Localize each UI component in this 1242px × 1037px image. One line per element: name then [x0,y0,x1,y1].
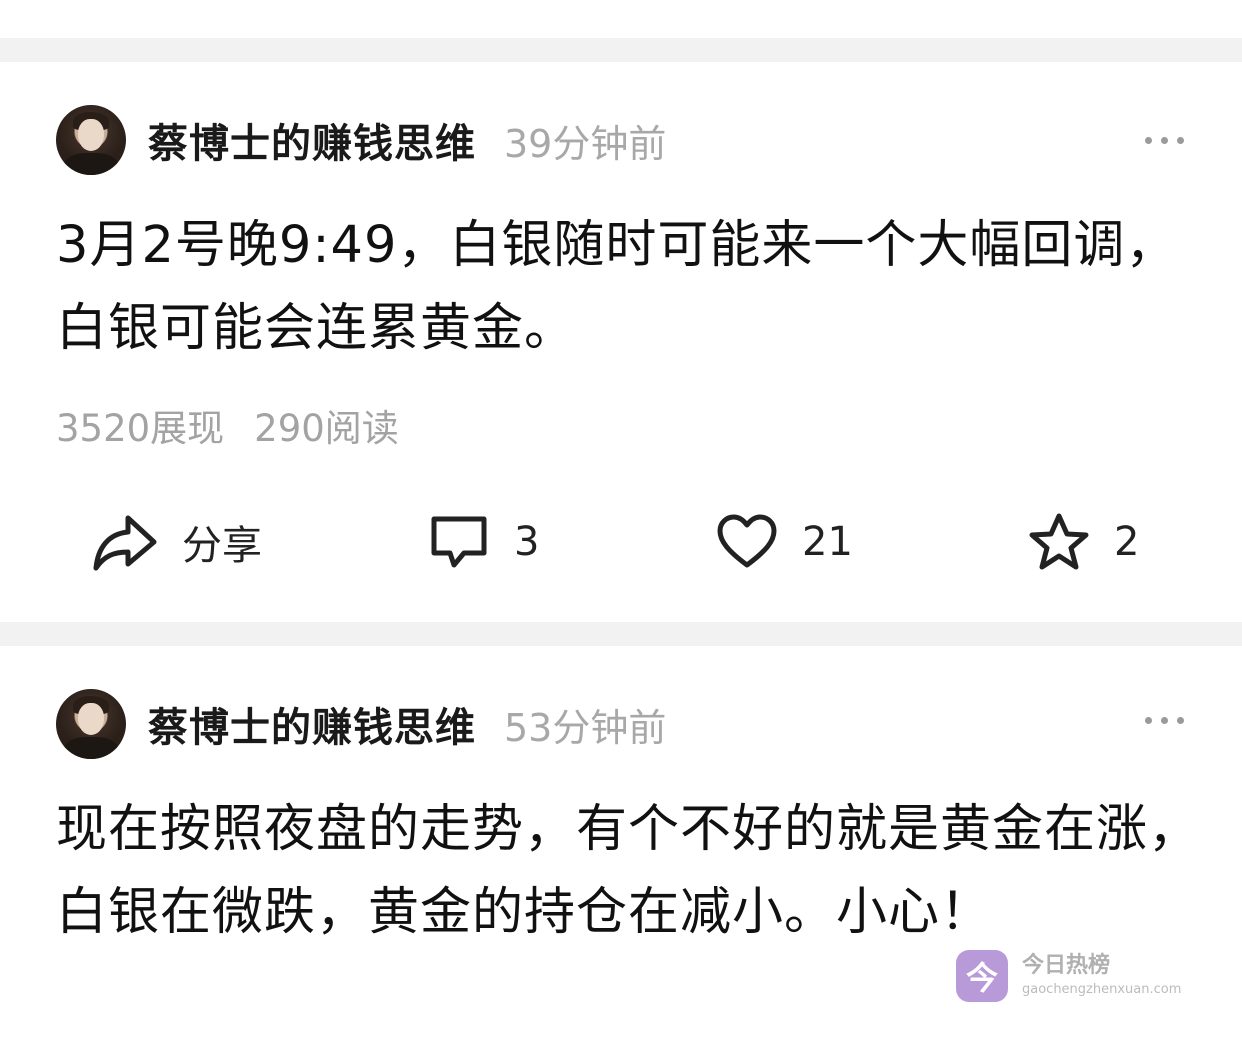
more-dot [1177,136,1184,144]
post-header: 蔡博士的赚钱思维 53分钟前 [56,688,666,760]
comment-button[interactable]: 3 [428,502,539,582]
watermark-title: 今日热榜 [1022,953,1111,978]
share-label: 分享 [182,523,262,569]
post-time: 39分钟前 [504,121,667,166]
more-icon[interactable] [1145,710,1184,730]
avatar[interactable] [56,689,126,759]
feed-post[interactable]: 蔡博士的赚钱思维 39分钟前 3月2号晚9:49，白银随时可能来一个大幅回调，白… [0,62,1242,622]
watermark: 今 今日热榜 gaochengzhenxuan.com [956,950,1181,1002]
more-dot [1177,716,1184,724]
avatar[interactable] [56,105,126,175]
share-button[interactable]: 分享 [92,502,262,582]
top-separator [0,0,1242,62]
comment-icon [431,516,487,568]
post-content[interactable]: 3月2号晚9:49，白银随时可能来一个大幅回调，白银可能会连累黄金。 [56,204,1206,370]
avatar-face [78,703,104,735]
post-header: 蔡博士的赚钱思维 39分钟前 [56,104,666,176]
watermark-text: 今日热榜 gaochengzhenxuan.com [1022,952,1181,1000]
like-button[interactable]: 21 [716,502,853,582]
action-bar: 分享 3 21 2 [0,502,1242,582]
author-name[interactable]: 蔡博士的赚钱思维 [148,111,476,169]
avatar-body [64,153,118,175]
avatar-face [78,119,104,151]
more-icon[interactable] [1145,130,1184,150]
watermark-logo: 今 [956,950,1008,1002]
more-dot [1161,716,1168,724]
like-count: 21 [802,519,853,565]
more-dot [1161,136,1168,144]
author-name[interactable]: 蔡博士的赚钱思维 [148,695,476,753]
post-separator [0,622,1242,646]
watermark-url: gaochengzhenxuan.com [1022,982,1182,997]
post-content[interactable]: 现在按照夜盘的走势，有个不好的就是黄金在涨，白银在微跌，黄金的持仓在减小。小心！ [56,788,1206,954]
share-icon [93,515,157,571]
star-icon [1029,513,1089,570]
post-stats: 3520展现 290阅读 [56,398,399,452]
favorite-count: 2 [1114,519,1140,565]
more-dot [1145,136,1152,144]
heart-icon [717,514,777,568]
reads-count: 290阅读 [254,407,399,450]
post-time: 53分钟前 [504,705,667,750]
comment-count: 3 [514,519,540,565]
impressions-count: 3520展现 [56,407,225,450]
more-dot [1145,716,1152,724]
favorite-button[interactable]: 2 [1028,502,1139,582]
avatar-body [64,737,118,759]
